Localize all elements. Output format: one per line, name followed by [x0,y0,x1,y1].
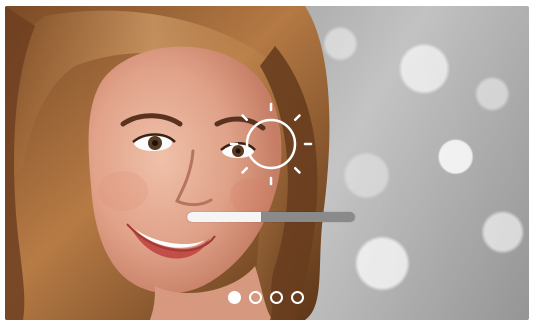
photo-viewer [5,6,529,320]
pagination-dot-4[interactable] [291,291,304,304]
pagination-dot-3[interactable] [270,291,283,304]
brightness-slider-fill [187,212,261,222]
sun-icon [229,102,313,186]
pagination-dot-1[interactable] [228,291,241,304]
pagination-dot-2[interactable] [249,291,262,304]
pagination-dots [228,291,304,307]
brightness-slider[interactable] [187,212,355,222]
